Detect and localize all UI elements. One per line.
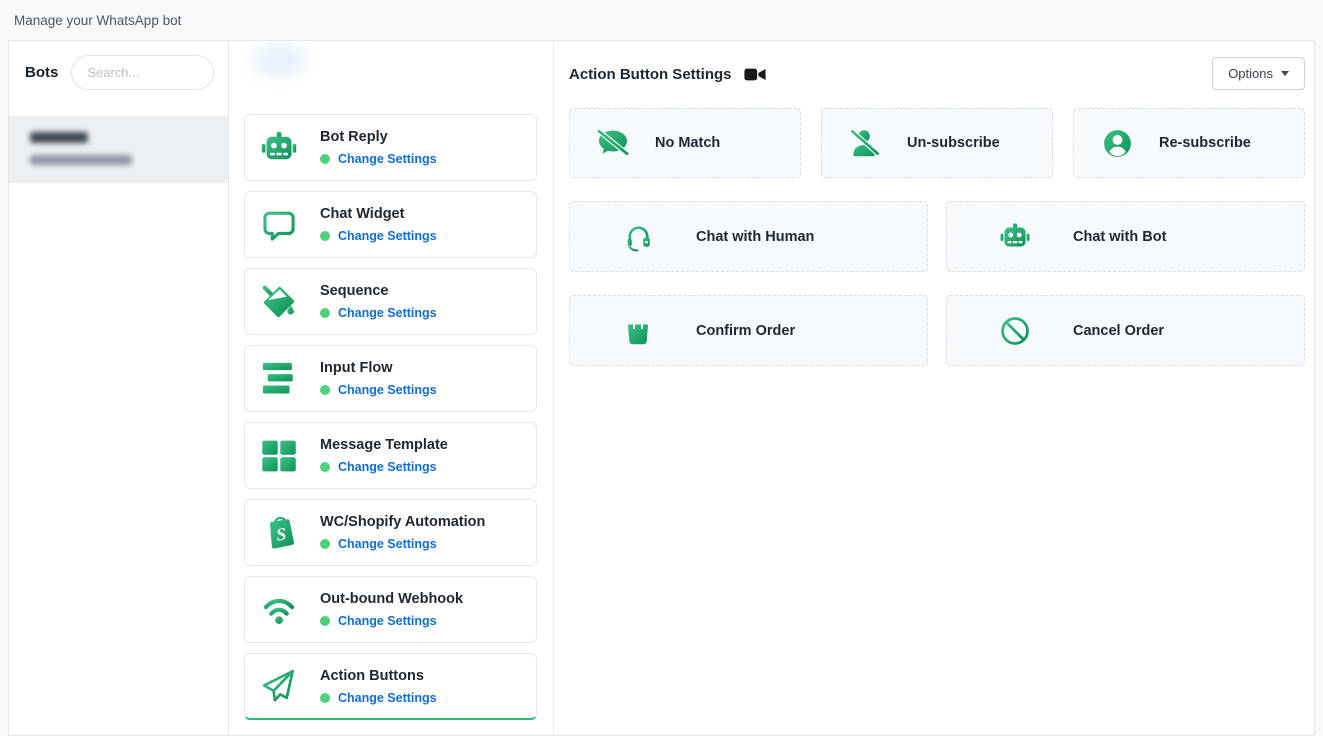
action-tile-unsubscribe[interactable]: Un-subscribe bbox=[821, 108, 1053, 178]
robot-icon bbox=[997, 221, 1033, 253]
comment-slash-icon bbox=[595, 127, 631, 159]
action-tile-chat-with-human[interactable]: Chat with Human bbox=[569, 201, 928, 272]
options-label: Options bbox=[1228, 66, 1273, 81]
main-card: Bots bbox=[8, 40, 1315, 736]
bars-icon bbox=[260, 360, 298, 398]
feature-title: Message Template bbox=[320, 437, 448, 453]
options-button[interactable]: Options bbox=[1212, 57, 1305, 90]
page-title: Manage your WhatsApp bot bbox=[14, 13, 181, 28]
paper-plane-icon bbox=[260, 667, 298, 705]
status-dot bbox=[320, 231, 330, 241]
change-settings-link[interactable]: Change Settings bbox=[338, 383, 437, 397]
tile-label: Un-subscribe bbox=[907, 135, 1000, 151]
status-dot bbox=[320, 308, 330, 318]
page-header: Manage your WhatsApp bot bbox=[0, 0, 1323, 40]
status-dot bbox=[320, 539, 330, 549]
feature-card-sequence[interactable]: Sequence Change Settings bbox=[244, 268, 537, 335]
feature-title: Sequence bbox=[320, 283, 437, 299]
status-dot bbox=[320, 154, 330, 164]
bot-name-redacted bbox=[30, 132, 88, 143]
bot-list-item-selected[interactable] bbox=[9, 116, 228, 183]
shopify-icon: S bbox=[260, 514, 298, 552]
blurred-avatar-blob bbox=[251, 43, 307, 78]
tile-label: Chat with Bot bbox=[1073, 229, 1166, 245]
feature-card-input-flow[interactable]: Input Flow Change Settings bbox=[244, 345, 537, 412]
change-settings-link[interactable]: Change Settings bbox=[338, 537, 437, 551]
features-column: Bot Reply Change Settings Chat Widget Ch… bbox=[229, 41, 554, 735]
comment-icon bbox=[260, 206, 298, 244]
bot-phone-redacted bbox=[30, 155, 132, 165]
feature-title: Chat Widget bbox=[320, 206, 437, 222]
action-tile-confirm-order[interactable]: Confirm Order bbox=[569, 295, 928, 366]
change-settings-link[interactable]: Change Settings bbox=[338, 306, 437, 320]
action-tile-cancel-order[interactable]: Cancel Order bbox=[946, 295, 1305, 366]
action-button-settings-panel: Action Button Settings Options bbox=[554, 41, 1316, 735]
headset-icon bbox=[620, 221, 656, 252]
video-icon[interactable] bbox=[744, 66, 766, 83]
feature-title: Input Flow bbox=[320, 360, 437, 376]
feature-card-action-buttons[interactable]: Action Buttons Change Settings bbox=[244, 653, 537, 720]
feature-title: Action Buttons bbox=[320, 668, 437, 684]
user-slash-icon bbox=[847, 127, 883, 159]
feature-card-chat-widget[interactable]: Chat Widget Change Settings bbox=[244, 191, 537, 258]
feature-card-bot-reply[interactable]: Bot Reply Change Settings bbox=[244, 114, 537, 181]
status-dot bbox=[320, 462, 330, 472]
shopping-bag-icon bbox=[620, 315, 656, 346]
bots-sidebar: Bots bbox=[9, 41, 229, 735]
grid-icon bbox=[260, 437, 298, 475]
change-settings-link[interactable]: Change Settings bbox=[338, 152, 437, 166]
ban-icon bbox=[997, 315, 1033, 347]
feature-title: Out-bound Webhook bbox=[320, 591, 463, 607]
feature-title: WC/Shopify Automation bbox=[320, 514, 485, 530]
feature-card-shopify-automation[interactable]: S WC/Shopify Automation Change Settings bbox=[244, 499, 537, 566]
bots-heading: Bots bbox=[25, 64, 58, 81]
action-tile-resubscribe[interactable]: Re-subscribe bbox=[1073, 108, 1305, 178]
fill-drip-icon bbox=[260, 283, 298, 321]
caret-down-icon bbox=[1281, 71, 1289, 76]
action-tile-no-match[interactable]: No Match bbox=[569, 108, 801, 178]
user-circle-icon bbox=[1099, 127, 1135, 160]
tile-label: Confirm Order bbox=[696, 323, 795, 339]
feature-card-message-template[interactable]: Message Template Change Settings bbox=[244, 422, 537, 489]
change-settings-link[interactable]: Change Settings bbox=[338, 229, 437, 243]
action-tile-chat-with-bot[interactable]: Chat with Bot bbox=[946, 201, 1305, 272]
tile-label: Re-subscribe bbox=[1159, 135, 1251, 151]
status-dot bbox=[320, 693, 330, 703]
change-settings-link[interactable]: Change Settings bbox=[338, 614, 437, 628]
wifi-icon bbox=[260, 591, 298, 629]
change-settings-link[interactable]: Change Settings bbox=[338, 460, 437, 474]
tile-label: No Match bbox=[655, 135, 720, 151]
robot-icon bbox=[260, 129, 298, 167]
feature-card-outbound-webhook[interactable]: Out-bound Webhook Change Settings bbox=[244, 576, 537, 643]
bot-search-input[interactable] bbox=[71, 55, 214, 90]
tile-label: Cancel Order bbox=[1073, 323, 1164, 339]
tile-label: Chat with Human bbox=[696, 229, 814, 245]
status-dot bbox=[320, 385, 330, 395]
feature-title: Bot Reply bbox=[320, 129, 437, 145]
change-settings-link[interactable]: Change Settings bbox=[338, 691, 437, 705]
status-dot bbox=[320, 616, 330, 626]
panel-title: Action Button Settings bbox=[569, 66, 731, 83]
